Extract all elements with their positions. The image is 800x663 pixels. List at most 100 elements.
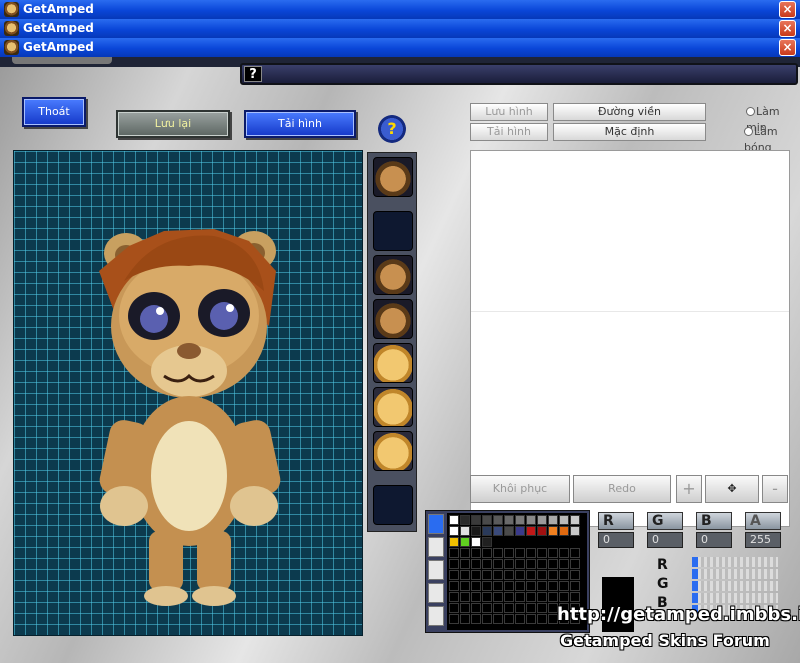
color-swatch[interactable]: [460, 603, 470, 613]
top-tab[interactable]: [12, 57, 112, 64]
color-swatch[interactable]: [515, 526, 525, 536]
palette-tab[interactable]: [428, 560, 444, 580]
color-swatch[interactable]: [515, 515, 525, 525]
color-swatch[interactable]: [449, 526, 459, 536]
color-swatch[interactable]: [460, 515, 470, 525]
color-swatch[interactable]: [471, 603, 481, 613]
default-button[interactable]: Mặc định: [553, 123, 706, 141]
question-icon[interactable]: ?: [244, 66, 262, 82]
color-swatch[interactable]: [482, 526, 492, 536]
palette-tab[interactable]: [428, 583, 444, 603]
color-swatch[interactable]: [482, 515, 492, 525]
move-tool-button[interactable]: ✥: [705, 475, 759, 503]
window-titlebar[interactable]: GetAmped ×: [0, 19, 800, 38]
color-swatch[interactable]: [537, 526, 547, 536]
color-swatch[interactable]: [449, 559, 459, 569]
color-swatch[interactable]: [559, 570, 569, 580]
color-swatch[interactable]: [537, 548, 547, 558]
empty-slot[interactable]: [373, 485, 413, 525]
color-swatch[interactable]: [449, 592, 459, 602]
outline-button[interactable]: Đường viền: [553, 103, 706, 121]
color-swatch[interactable]: [460, 537, 470, 547]
color-swatch[interactable]: [482, 548, 492, 558]
color-swatch[interactable]: [482, 570, 492, 580]
color-swatch[interactable]: [493, 592, 503, 602]
color-swatch[interactable]: [537, 614, 547, 624]
color-swatch[interactable]: [482, 559, 492, 569]
color-swatch[interactable]: [559, 592, 569, 602]
color-swatch[interactable]: [504, 603, 514, 613]
blue-channel-selector[interactable]: B: [696, 512, 732, 530]
color-swatch[interactable]: [471, 515, 481, 525]
color-swatch[interactable]: [570, 570, 580, 580]
color-swatch[interactable]: [460, 581, 470, 591]
color-swatch[interactable]: [449, 614, 459, 624]
color-swatch[interactable]: [537, 559, 547, 569]
color-swatch[interactable]: [482, 614, 492, 624]
color-swatch[interactable]: [537, 603, 547, 613]
face-neutral[interactable]: [373, 387, 413, 427]
character-head-portrait[interactable]: [373, 157, 413, 197]
color-swatch[interactable]: [471, 592, 481, 602]
zoom-out-button[interactable]: -: [762, 475, 788, 503]
color-swatch[interactable]: [449, 570, 459, 580]
color-swatch[interactable]: [471, 526, 481, 536]
color-swatch[interactable]: [526, 603, 536, 613]
slider[interactable]: [692, 569, 778, 579]
alpha-channel-selector[interactable]: A: [745, 512, 781, 530]
color-swatch[interactable]: [548, 570, 558, 580]
color-swatch[interactable]: [526, 559, 536, 569]
color-swatch[interactable]: [559, 515, 569, 525]
color-swatch[interactable]: [515, 614, 525, 624]
color-swatch[interactable]: [570, 581, 580, 591]
color-swatch[interactable]: [504, 614, 514, 624]
color-swatch[interactable]: [482, 581, 492, 591]
color-swatch[interactable]: [570, 592, 580, 602]
color-swatch[interactable]: [548, 526, 558, 536]
model-preview-grid[interactable]: [13, 150, 363, 636]
color-swatch[interactable]: [515, 581, 525, 591]
color-swatch[interactable]: [504, 592, 514, 602]
color-swatch[interactable]: [515, 592, 525, 602]
color-swatch[interactable]: [570, 526, 580, 536]
color-swatch[interactable]: [526, 548, 536, 558]
color-swatch[interactable]: [559, 548, 569, 558]
exit-button[interactable]: Thoát: [22, 97, 86, 127]
color-swatch[interactable]: [504, 526, 514, 536]
color-swatch[interactable]: [471, 614, 481, 624]
color-swatch[interactable]: [526, 614, 536, 624]
color-swatch[interactable]: [548, 559, 558, 569]
color-swatch[interactable]: [515, 570, 525, 580]
color-swatch[interactable]: [504, 581, 514, 591]
armor-part[interactable]: [373, 299, 413, 339]
color-swatch[interactable]: [471, 570, 481, 580]
red-channel-selector[interactable]: R: [598, 512, 634, 530]
color-swatch[interactable]: [460, 592, 470, 602]
color-swatch[interactable]: [570, 515, 580, 525]
texture-canvas[interactable]: [470, 150, 790, 527]
close-icon[interactable]: ×: [779, 20, 796, 37]
palette-tab[interactable]: [428, 606, 444, 626]
palette-tab[interactable]: [428, 537, 444, 557]
color-swatch[interactable]: [460, 570, 470, 580]
color-swatch[interactable]: [504, 570, 514, 580]
color-swatch[interactable]: [548, 581, 558, 591]
color-swatch[interactable]: [570, 559, 580, 569]
color-swatch[interactable]: [537, 592, 547, 602]
color-swatch[interactable]: [471, 559, 481, 569]
color-swatch[interactable]: [449, 603, 459, 613]
color-swatch[interactable]: [471, 537, 481, 547]
hand-part[interactable]: [373, 255, 413, 295]
load-image-button[interactable]: Tải hình: [470, 123, 548, 141]
color-swatch[interactable]: [537, 515, 547, 525]
color-swatch[interactable]: [482, 592, 492, 602]
color-swatch[interactable]: [449, 548, 459, 558]
color-swatch[interactable]: [559, 526, 569, 536]
color-swatch[interactable]: [493, 548, 503, 558]
save-button[interactable]: Lưu lại: [116, 110, 230, 138]
color-swatch[interactable]: [537, 570, 547, 580]
red-value[interactable]: 0: [598, 532, 634, 548]
color-swatch[interactable]: [526, 581, 536, 591]
color-swatch[interactable]: [526, 592, 536, 602]
color-swatch[interactable]: [493, 559, 503, 569]
